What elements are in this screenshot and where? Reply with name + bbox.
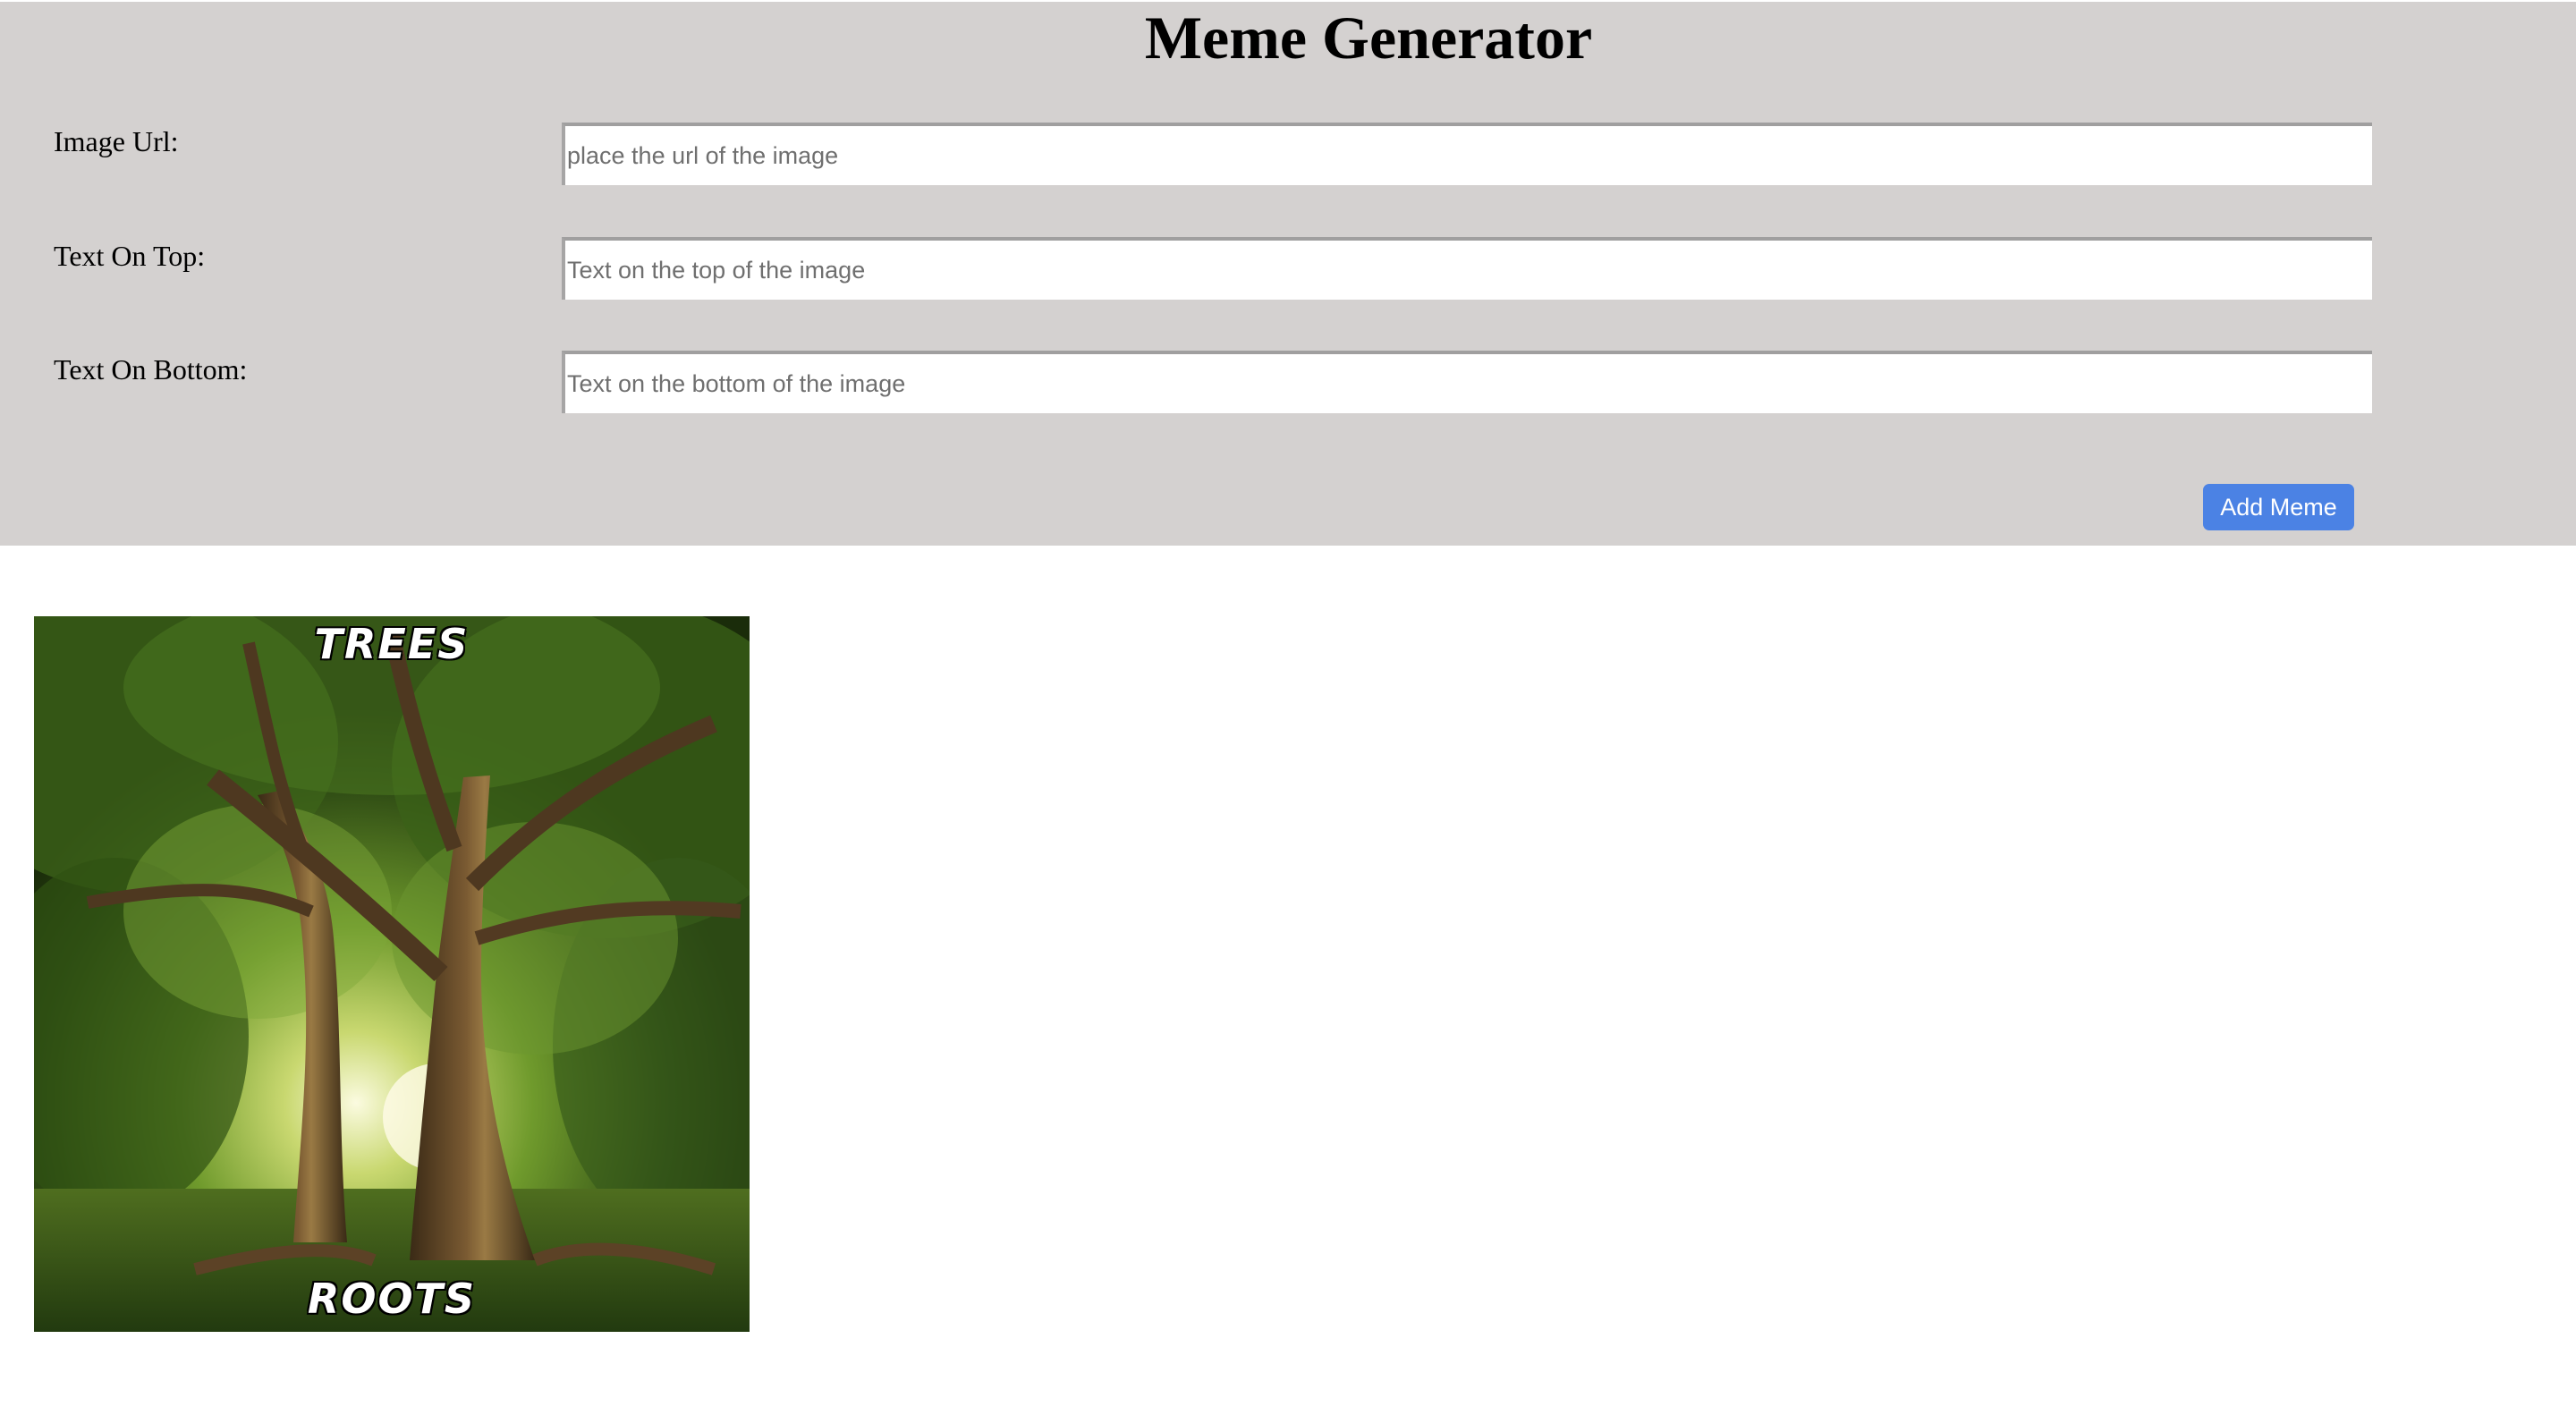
top-text-input[interactable] <box>562 237 2372 300</box>
meme-card: TREES ROOTS <box>34 616 750 1332</box>
page: Meme Generator Image Url: Text On Top: T… <box>0 0 2576 1415</box>
bottom-text-input[interactable] <box>562 351 2372 413</box>
add-meme-button[interactable]: Add Meme <box>2203 484 2354 530</box>
meme-top-text: TREES <box>314 620 470 668</box>
bottom-text-label: Text On Bottom: <box>54 353 248 386</box>
meme-bottom-text: ROOTS <box>307 1275 477 1323</box>
page-title: Meme Generator <box>1144 4 1593 72</box>
meme-form-panel: Meme Generator Image Url: Text On Top: T… <box>0 2 2576 546</box>
top-text-label: Text On Top: <box>54 240 206 272</box>
image-url-label: Image Url: <box>54 125 179 157</box>
meme-image <box>34 616 750 1332</box>
image-url-input[interactable] <box>562 123 2372 185</box>
